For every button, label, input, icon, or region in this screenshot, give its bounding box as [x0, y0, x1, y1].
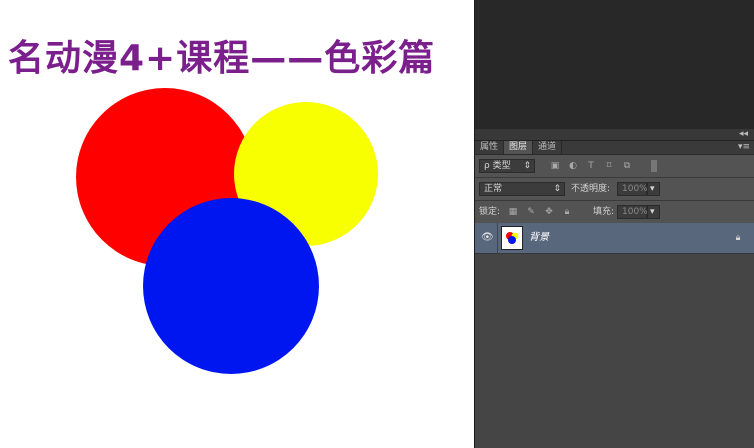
layer-row-background[interactable]: 👁︎ 背景 🔒︎	[475, 223, 754, 254]
filter-adjustment-icon[interactable]: ◐	[567, 160, 579, 172]
lock-all-icon[interactable]: 🔒︎	[561, 206, 573, 218]
panel-collapse-strip[interactable]: ◂◂	[475, 129, 754, 141]
filter-pixel-icon[interactable]: ▣	[549, 160, 561, 172]
blue-circle	[143, 198, 319, 374]
layer-filter-row: ρ 类型 ⇕ ▣ ◐ T ⌑ ⧉	[475, 155, 754, 178]
lock-position-icon[interactable]: ✥	[543, 206, 555, 218]
filter-shape-icon[interactable]: ⌑	[603, 160, 615, 172]
lock-image-pixels-icon[interactable]: ✎	[525, 206, 537, 218]
filter-type-icon[interactable]: T	[585, 160, 597, 172]
layer-thumbnail-image	[506, 232, 519, 244]
filter-toggle-switch[interactable]	[651, 160, 657, 172]
tab-layers[interactable]: 图层	[504, 141, 534, 154]
document-canvas[interactable]: 名动漫4+课程——色彩篇	[0, 0, 474, 448]
fill-dropdown-button[interactable]: ▾	[647, 205, 660, 219]
fill-input[interactable]: 100%	[617, 205, 648, 219]
filter-kind-select[interactable]: ρ 类型 ⇕	[479, 159, 535, 173]
opacity-label: 不透明度:	[571, 184, 611, 194]
opacity-input[interactable]: 100%	[617, 182, 648, 196]
thumb-blue-circle	[508, 236, 516, 244]
fill-label: 填充:	[593, 207, 615, 217]
layer-thumbnail	[501, 226, 523, 250]
lock-transparent-pixels-icon[interactable]: ▦	[507, 206, 519, 218]
opacity-dropdown-button[interactable]: ▾	[647, 182, 660, 196]
layers-panel: ◂◂ 属性 图层 通道 ▾≡ ρ 类型 ⇕ ▣ ◐ T ⌑ ⧉ 正常 ⇕ 不透明…	[475, 0, 754, 448]
lock-row: 锁定: ▦ ✎ ✥ 🔒︎ 填充: 100% ▾	[475, 201, 754, 224]
panel-tabs: 属性 图层 通道 ▾≡	[475, 141, 754, 155]
canvas-title-text: 名动漫4+课程——色彩篇	[8, 38, 436, 79]
panel-dock-empty-area	[475, 0, 754, 129]
eye-icon[interactable]: 👁︎	[481, 232, 494, 244]
panel-menu-icon[interactable]: ▾≡	[738, 141, 750, 154]
tab-channels[interactable]: 通道	[533, 141, 563, 154]
double-chevron-left-icon[interactable]: ◂◂	[739, 129, 748, 140]
select-arrow-icon: ⇕	[553, 184, 561, 194]
select-arrow-icon: ⇕	[523, 161, 531, 171]
tab-properties[interactable]: 属性	[475, 141, 505, 154]
visibility-separator	[497, 223, 498, 253]
layer-name[interactable]: 背景	[529, 231, 549, 245]
filter-smart-object-icon[interactable]: ⧉	[621, 160, 633, 172]
lock-label: 锁定:	[479, 207, 501, 217]
lock-icon: 🔒︎	[735, 233, 741, 243]
blend-mode-select[interactable]: 正常 ⇕	[479, 182, 565, 196]
chevron-down-icon: ▾	[650, 207, 655, 217]
chevron-down-icon: ▾	[650, 184, 655, 194]
blend-mode-row: 正常 ⇕ 不透明度: 100% ▾	[475, 178, 754, 201]
